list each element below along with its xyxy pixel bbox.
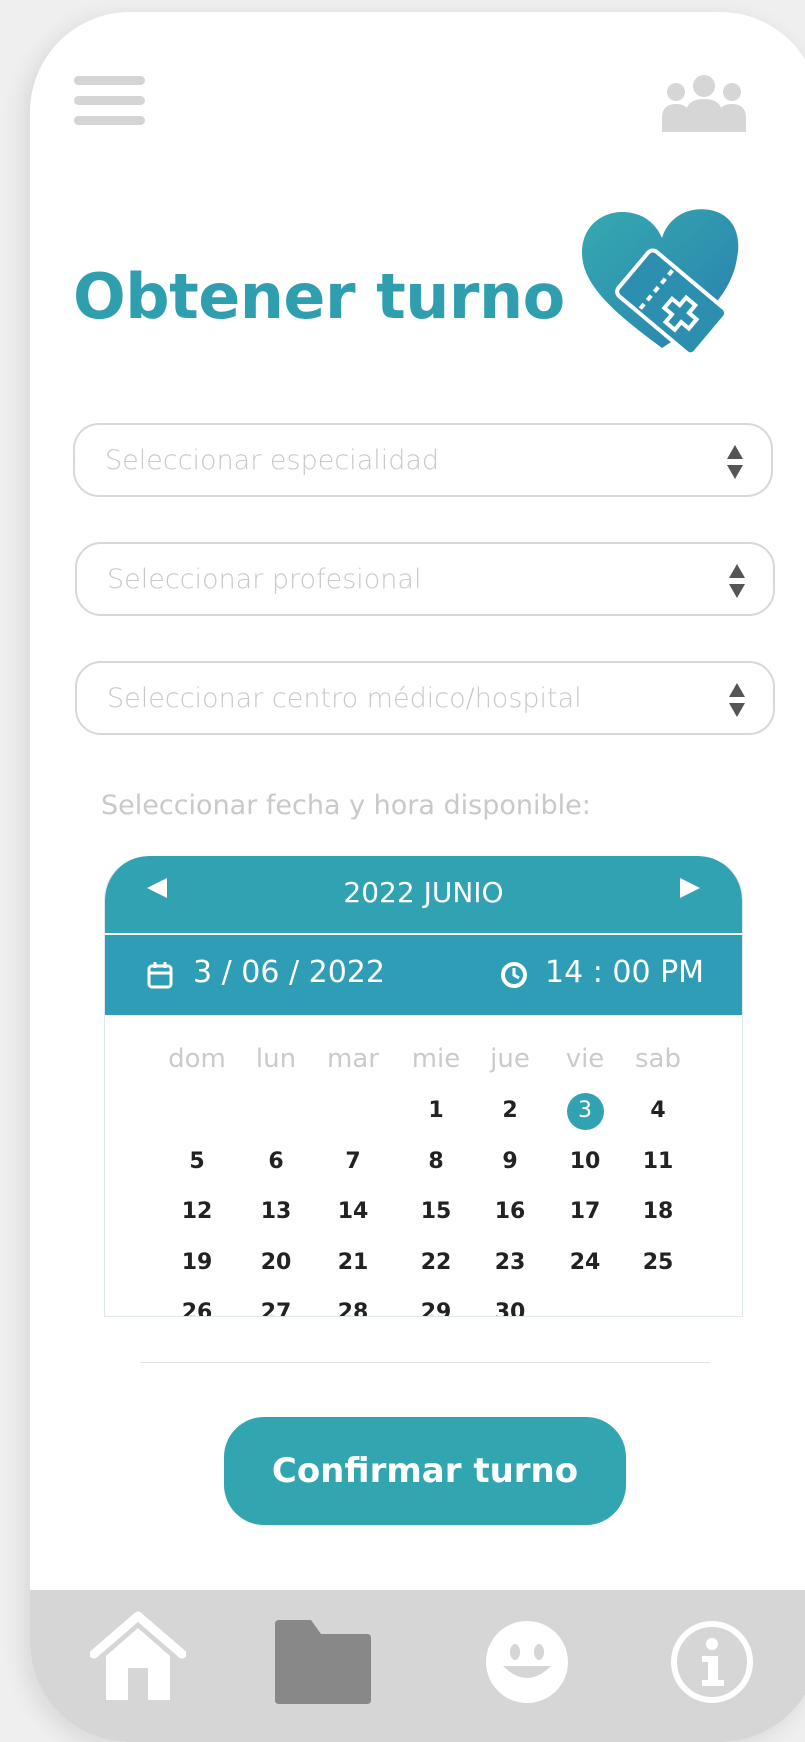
- calendar-day[interactable]: 19: [167, 1250, 227, 1275]
- calendar-icon: [147, 962, 173, 989]
- calendar-header: 2022 JUNIO: [105, 856, 742, 933]
- calendar-day[interactable]: 14: [323, 1199, 383, 1224]
- hamburger-menu-icon[interactable]: [74, 76, 145, 125]
- updown-arrows-icon: [729, 564, 745, 598]
- calendar-day[interactable]: 22: [406, 1250, 466, 1275]
- calendar-day[interactable]: 23: [480, 1250, 540, 1275]
- users-group-icon[interactable]: [662, 72, 746, 132]
- calendar-day[interactable]: 21: [323, 1250, 383, 1275]
- medical-center-select[interactable]: Seleccionar centro médico/hospital: [75, 661, 775, 735]
- weekday-header: jue: [490, 1044, 530, 1074]
- clock-icon: [501, 962, 527, 988]
- calendar-day[interactable]: 7: [323, 1149, 383, 1174]
- calendar-day[interactable]: 29: [406, 1300, 466, 1316]
- calendar-day[interactable]: 25: [628, 1250, 688, 1275]
- calendar-day[interactable]: 27: [246, 1300, 306, 1316]
- updown-arrows-icon: [729, 683, 745, 717]
- calendar-day[interactable]: 12: [167, 1199, 227, 1224]
- calendar-day[interactable]: 30: [480, 1300, 540, 1316]
- weekday-header: vie: [565, 1044, 605, 1074]
- calendar-month-label: 2022 JUNIO: [343, 876, 504, 909]
- selected-time-value[interactable]: 14 : 00 PM: [545, 955, 704, 990]
- calendar-day[interactable]: 26: [167, 1300, 227, 1316]
- calendar-day[interactable]: 6: [246, 1149, 306, 1174]
- date-time-label: Seleccionar fecha y hora disponible:: [101, 790, 591, 821]
- divider: [140, 1362, 710, 1363]
- calendar-selection-bar: 3 / 06 / 2022 14 : 00 PM: [105, 935, 742, 1015]
- calendar-day[interactable]: 11: [628, 1149, 688, 1174]
- page-title: Obtener turno: [73, 260, 565, 333]
- folder-icon[interactable]: [275, 1620, 371, 1704]
- specialty-select-placeholder: Seleccionar especialidad: [105, 445, 440, 476]
- weekday-header: sab: [635, 1044, 681, 1074]
- calendar-day[interactable]: 2: [480, 1098, 540, 1123]
- calendar-day[interactable]: 5: [167, 1149, 227, 1174]
- calendar-day[interactable]: 18: [628, 1199, 688, 1224]
- calendar-day[interactable]: 3: [555, 1098, 615, 1123]
- weekday-header: mar: [327, 1044, 379, 1074]
- professional-select[interactable]: Seleccionar profesional: [75, 542, 775, 616]
- phone-screen: Obtener turno Seleccionar especialidad S…: [30, 12, 805, 1742]
- calendar-day[interactable]: 16: [480, 1199, 540, 1224]
- calendar-day[interactable]: 20: [246, 1250, 306, 1275]
- weekday-header: mie: [411, 1044, 461, 1074]
- bottom-navigation: [30, 1590, 805, 1742]
- specialty-select[interactable]: Seleccionar especialidad: [73, 423, 773, 497]
- calendar-day[interactable]: 28: [323, 1300, 383, 1316]
- calendar-day[interactable]: 8: [406, 1149, 466, 1174]
- calendar-day[interactable]: 10: [555, 1149, 615, 1174]
- calendar-day[interactable]: 24: [555, 1250, 615, 1275]
- calendar-day[interactable]: 13: [246, 1199, 306, 1224]
- confirm-appointment-button[interactable]: Confirmar turno: [224, 1417, 626, 1525]
- professional-select-placeholder: Seleccionar profesional: [107, 564, 422, 595]
- calendar-day[interactable]: 9: [480, 1149, 540, 1174]
- calendar-day[interactable]: 15: [406, 1199, 466, 1224]
- info-icon[interactable]: [670, 1620, 754, 1704]
- calendar-day[interactable]: 17: [555, 1199, 615, 1224]
- selected-date-value[interactable]: 3 / 06 / 2022: [193, 955, 385, 990]
- heart-ticket-icon: [582, 208, 767, 368]
- smiley-face-icon[interactable]: [485, 1620, 569, 1704]
- home-icon[interactable]: [90, 1610, 186, 1700]
- calendar-widget: 2022 JUNIO 3 / 06 / 2022 14 : 00 PM dom l…: [104, 856, 743, 1317]
- weekday-header: lun: [255, 1044, 297, 1074]
- updown-arrows-icon: [727, 445, 743, 479]
- calendar-day[interactable]: 4: [628, 1098, 688, 1123]
- weekday-header: dom: [168, 1044, 226, 1074]
- calendar-day[interactable]: 1: [406, 1098, 466, 1123]
- triangle-right-icon[interactable]: [680, 878, 700, 898]
- medical-center-select-placeholder: Seleccionar centro médico/hospital: [107, 683, 582, 714]
